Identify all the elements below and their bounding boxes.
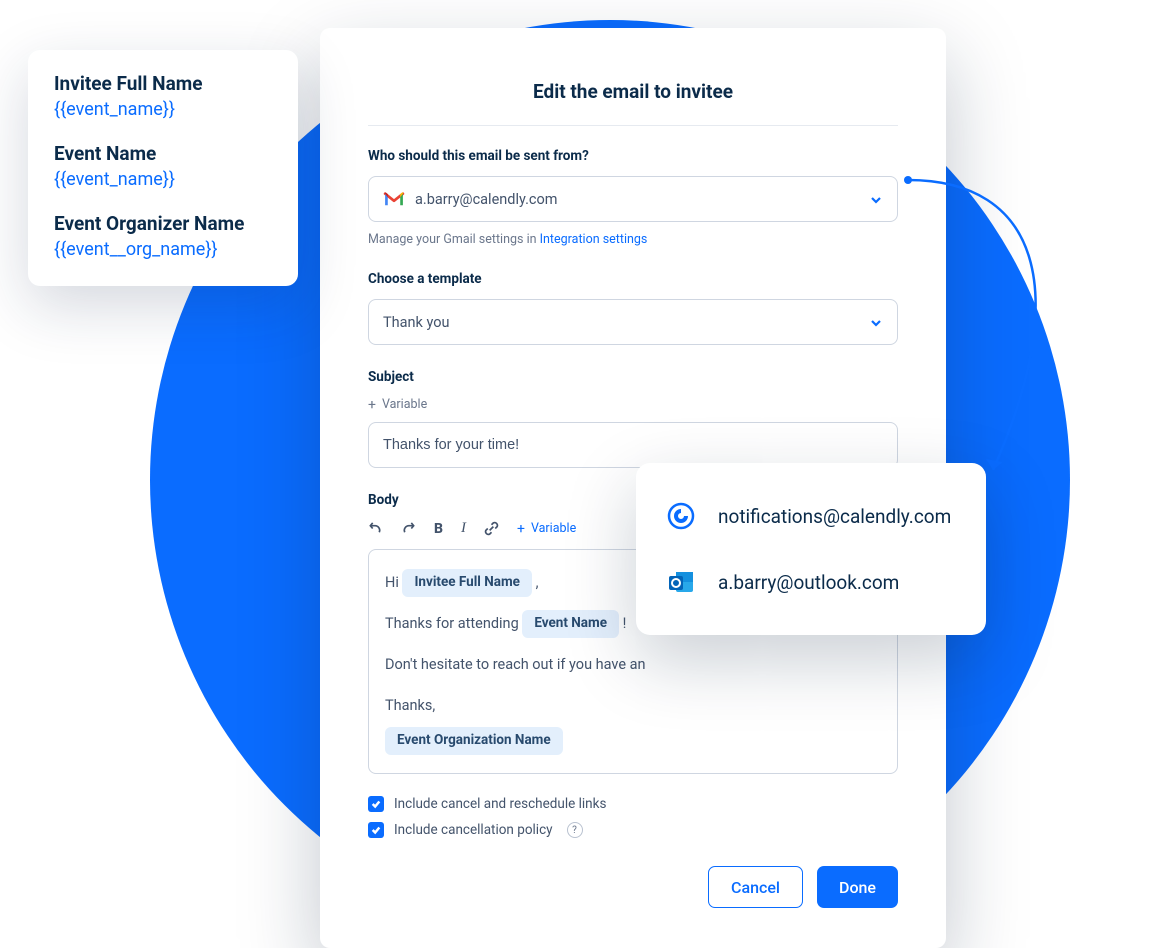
modal-title: Edit the email to invitee [368, 80, 898, 126]
include-policy-row: Include cancellation policy ? [368, 822, 898, 838]
sender-label: Who should this email be sent from? [368, 148, 898, 164]
calendly-icon [666, 501, 696, 531]
legend-label: Invitee Full Name [54, 72, 272, 95]
chevron-down-icon [869, 315, 883, 329]
sender-option-email: notifications@calendly.com [718, 505, 951, 528]
include-policy-checkbox[interactable] [368, 822, 384, 838]
body-add-variable-button[interactable]: + Variable [517, 521, 576, 536]
integration-settings-link[interactable]: Integration settings [540, 232, 648, 247]
variable-legend-card: Invitee Full Name {{event_name}} Event N… [28, 50, 298, 286]
chevron-down-icon [869, 192, 883, 206]
subject-label: Subject [368, 369, 898, 385]
sender-selected-value: a.barry@calendly.com [415, 191, 557, 208]
outlook-icon [666, 567, 696, 597]
plus-icon: + [368, 398, 376, 412]
sender-option-email: a.barry@outlook.com [718, 571, 899, 594]
include-links-checkbox[interactable] [368, 796, 384, 812]
legend-item: Event Name {{event_name}} [54, 142, 272, 190]
body-line: Event Organization Name [385, 726, 881, 755]
legend-token: {{event_name}} [54, 169, 272, 190]
bold-button[interactable]: B [434, 521, 443, 537]
legend-item: Event Organizer Name {{event__org_name}} [54, 212, 272, 260]
gmail-icon [383, 191, 405, 207]
body-line: Don't hesitate to reach out if you have … [385, 650, 881, 679]
template-label: Choose a template [368, 271, 898, 287]
help-icon[interactable]: ? [567, 822, 583, 838]
sender-select[interactable]: a.barry@calendly.com [368, 176, 898, 222]
subject-input[interactable] [368, 422, 898, 468]
legend-token: {{event__org_name}} [54, 239, 272, 260]
modal-footer: Cancel Done [368, 866, 898, 908]
variable-chip-invitee-name[interactable]: Invitee Full Name [402, 569, 532, 597]
italic-button[interactable]: I [461, 520, 466, 537]
variable-chip-event-name[interactable]: Event Name [522, 610, 619, 638]
variable-chip-org-name[interactable]: Event Organization Name [385, 727, 563, 755]
sender-option[interactable]: notifications@calendly.com [666, 491, 956, 541]
legend-label: Event Organizer Name [54, 212, 272, 235]
link-button[interactable] [484, 521, 499, 536]
sender-option[interactable]: a.barry@outlook.com [666, 557, 956, 607]
legend-item: Invitee Full Name {{event_name}} [54, 72, 272, 120]
subject-add-variable-button[interactable]: + Variable [368, 397, 898, 412]
body-line: Thanks, [385, 691, 881, 720]
template-select[interactable]: Thank you [368, 299, 898, 345]
include-links-row: Include cancel and reschedule links [368, 796, 898, 812]
plus-icon: + [517, 522, 525, 536]
cancel-button[interactable]: Cancel [708, 866, 803, 908]
redo-button[interactable] [401, 521, 416, 536]
done-button[interactable]: Done [817, 866, 898, 908]
include-links-label: Include cancel and reschedule links [394, 796, 606, 812]
undo-button[interactable] [368, 521, 383, 536]
sender-helper-text: Manage your Gmail settings in Integratio… [368, 232, 898, 247]
include-policy-label: Include cancellation policy [394, 822, 553, 838]
legend-token: {{event_name}} [54, 99, 272, 120]
legend-label: Event Name [54, 142, 272, 165]
sender-options-popover: notifications@calendly.com a.barry@outlo… [636, 463, 986, 635]
template-selected-value: Thank you [383, 314, 450, 331]
